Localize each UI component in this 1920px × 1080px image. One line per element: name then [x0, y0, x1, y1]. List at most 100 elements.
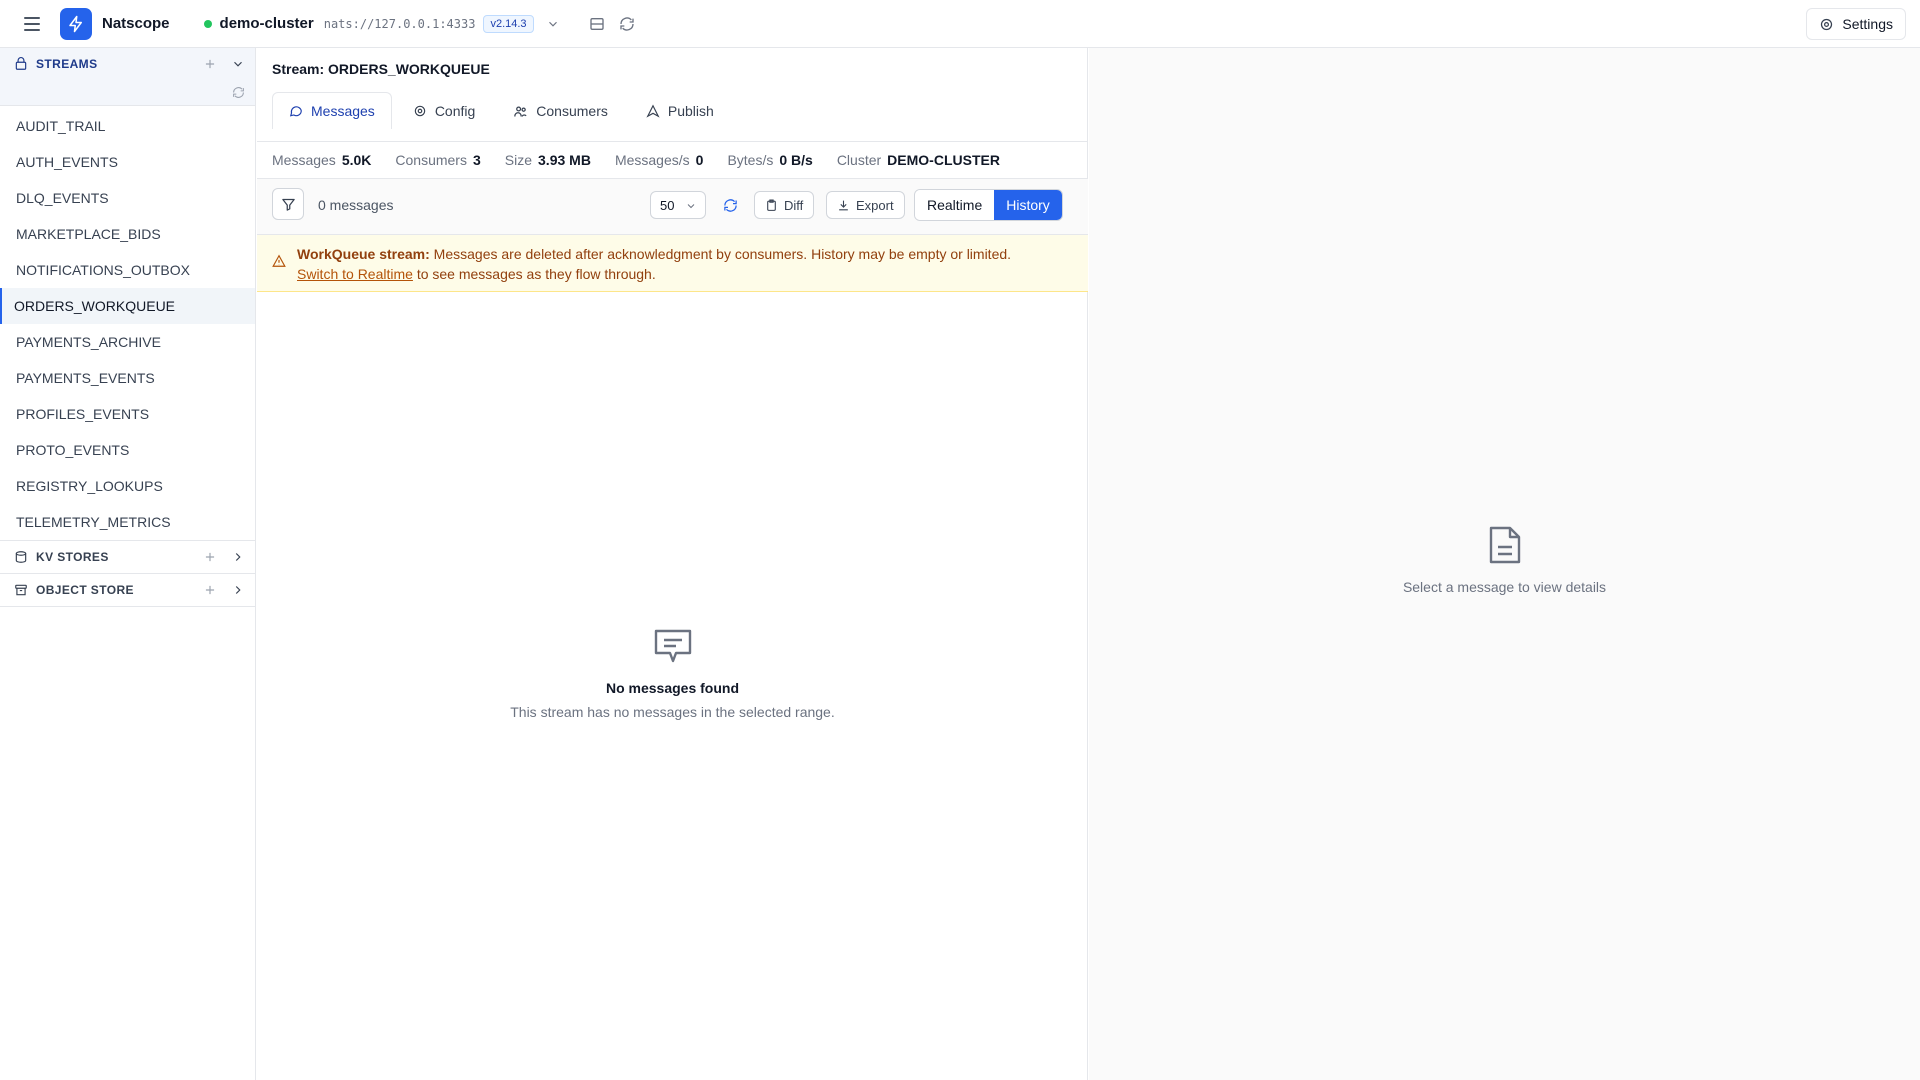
warning-after-link: to see messages as they flow through. — [412, 266, 656, 282]
message-detail-panel: Select a message to view details — [1089, 48, 1920, 1080]
warning-title: WorkQueue stream: — [297, 246, 430, 262]
page-title: Stream: ORDERS_WORKQUEUE — [272, 61, 490, 77]
stat-item: Bytes/s 0 B/s — [727, 152, 812, 168]
tab-bar: Messages Config Consumers Publish — [272, 92, 731, 129]
add-stream-icon[interactable] — [203, 57, 217, 71]
tab-config[interactable]: Config — [396, 92, 492, 129]
message-toolbar: 0 messages 50 Diff Export Realtime Histo… — [257, 179, 1088, 235]
stat-item: Messages 5.0K — [272, 152, 371, 168]
sidebar-item-stream[interactable]: DLQ_EVENTS — [0, 180, 255, 216]
page-size-value: 50 — [660, 197, 675, 213]
detail-empty-state: Select a message to view details — [1089, 525, 1920, 595]
add-kv-icon[interactable] — [203, 550, 217, 564]
send-icon — [646, 104, 660, 118]
gear-icon — [1821, 18, 1833, 30]
refresh-messages-button[interactable] — [718, 193, 742, 217]
sidebar: STREAMS AUDIT_TRAIL AUTH_EVENTS DLQ_EVENTS… — [0, 48, 256, 1080]
streams-refresh-row — [0, 80, 255, 106]
chevron-down-icon[interactable] — [542, 13, 564, 35]
settings-button[interactable]: Settings — [1806, 8, 1906, 40]
tab-label: Publish — [667, 103, 714, 119]
export-button[interactable]: Export — [826, 191, 905, 219]
sidebar-item-stream[interactable]: PROFILES_EVENTS — [0, 396, 255, 432]
message-empty-icon — [257, 628, 1088, 666]
tab-messages[interactable]: Messages — [272, 92, 392, 129]
switch-to-realtime-link[interactable]: Switch to Realtime — [297, 266, 413, 282]
cluster-name[interactable]: demo-cluster — [220, 15, 314, 32]
stat-item: Size 3.93 MB — [505, 152, 591, 168]
sidebar-item-stream[interactable]: PAYMENTS_EVENTS — [0, 360, 255, 396]
version-badge: v2.14.3 — [483, 14, 534, 33]
clipboard-icon — [767, 199, 776, 211]
menu-icon[interactable] — [20, 12, 44, 36]
chevron-right-icon[interactable] — [231, 550, 245, 564]
tab-label: Messages — [311, 103, 375, 119]
stat-value: DEMO-CLUSTER — [887, 152, 1000, 168]
streams-section-label: STREAMS — [36, 57, 98, 71]
sidebar-item-stream[interactable]: AUTH_EVENTS — [0, 144, 255, 180]
tab-consumers[interactable]: Consumers — [496, 92, 625, 129]
message-count: 0 messages — [318, 197, 394, 213]
empty-state: No messages found This stream has no mes… — [257, 628, 1088, 720]
stat-value: 0 — [695, 152, 704, 168]
sidebar-item-stream[interactable]: REGISTRY_LOOKUPS — [0, 468, 255, 504]
page-size-select[interactable]: 50 — [650, 191, 706, 219]
refresh-streams-icon[interactable] — [232, 86, 245, 99]
refresh-icon — [723, 198, 737, 212]
app-name: Natscope — [102, 15, 170, 32]
filter-button[interactable] — [272, 188, 304, 220]
sidebar-item-stream[interactable]: MARKETPLACE_BIDS — [0, 216, 255, 252]
export-label: Export — [856, 197, 894, 213]
chevron-down-icon[interactable] — [231, 57, 245, 71]
stream-icon — [15, 57, 27, 70]
kv-stores-section-header[interactable]: KV STORES — [0, 541, 255, 574]
sidebar-item-stream[interactable]: TELEMETRY_METRICS — [0, 504, 255, 540]
users-icon — [514, 106, 527, 116]
database-icon — [15, 551, 27, 563]
download-icon — [839, 200, 848, 210]
stat-label: Cluster — [836, 152, 882, 168]
chevron-down-icon — [687, 204, 695, 209]
empty-title: No messages found — [605, 680, 740, 696]
message-icon — [289, 106, 302, 117]
sidebar-item-stream[interactable]: ORDERS_WORKQUEUE — [0, 288, 255, 324]
archive-icon — [15, 584, 27, 596]
stat-value: 3.93 MB — [538, 152, 591, 168]
tab-label: Consumers — [536, 103, 608, 119]
realtime-mode-button[interactable]: Realtime — [915, 190, 995, 220]
layout-icon[interactable] — [586, 13, 608, 35]
filter-icon — [281, 198, 295, 211]
warning-triangle-icon — [272, 254, 286, 267]
object-store-label: OBJECT STORE — [36, 583, 134, 597]
tab-publish[interactable]: Publish — [629, 92, 731, 129]
history-mode-button[interactable]: History — [994, 190, 1062, 220]
warning-text: WorkQueue stream: Messages are deleted a… — [297, 244, 1077, 284]
sidebar-item-stream[interactable]: PROTO_EVENTS — [0, 432, 255, 468]
stat-item: Messages/s 0 — [615, 152, 704, 168]
natscope-logo-icon — [60, 7, 92, 40]
stat-value: 5.0K — [341, 152, 372, 168]
tab-label: Config — [434, 103, 476, 119]
empty-subtitle: This stream has no messages in the selec… — [510, 704, 835, 720]
workqueue-warning-banner: WorkQueue stream: Messages are deleted a… — [257, 235, 1088, 292]
stat-label: Messages — [272, 152, 336, 168]
sidebar-item-stream[interactable]: NOTIFICATIONS_OUTBOX — [0, 252, 255, 288]
stat-label: Size — [504, 152, 533, 168]
stat-item: Consumers 3 — [395, 152, 480, 168]
chevron-right-icon[interactable] — [231, 583, 245, 597]
diff-label: Diff — [784, 197, 804, 213]
sidebar-item-stream[interactable]: PAYMENTS_ARCHIVE — [0, 324, 255, 360]
add-object-store-icon[interactable] — [203, 583, 217, 597]
mode-toggle: Realtime History — [914, 189, 1063, 221]
stat-label: Consumers — [395, 152, 467, 168]
kv-stores-label: KV STORES — [36, 550, 109, 564]
stat-label: Bytes/s — [727, 152, 774, 168]
object-store-section-header[interactable]: OBJECT STORE — [0, 574, 255, 607]
diff-button[interactable]: Diff — [754, 191, 815, 219]
refresh-icon[interactable] — [616, 13, 638, 35]
streams-section-header[interactable]: STREAMS — [0, 48, 255, 80]
stream-list: AUDIT_TRAIL AUTH_EVENTS DLQ_EVENTS MARKETPL… — [0, 106, 255, 540]
detail-empty-text: Select a message to view details — [1402, 579, 1607, 595]
stream-panel: Stream: ORDERS_WORKQUEUE Messages Config… — [257, 48, 1088, 1080]
sidebar-item-stream[interactable]: AUDIT_TRAIL — [0, 108, 255, 144]
